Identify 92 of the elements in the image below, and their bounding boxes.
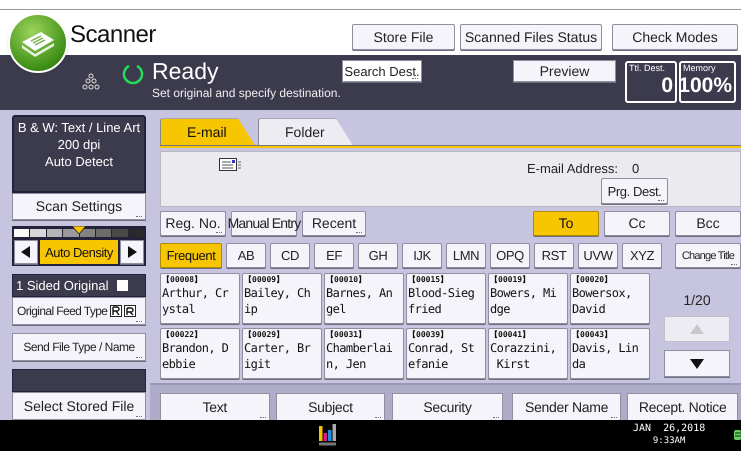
address-entry-button[interactable]: 【00015】 Blood-Sieg fried xyxy=(406,273,486,324)
address-entry-button[interactable]: 【00010】 Barnes, An gel xyxy=(324,273,404,324)
index-tab[interactable]: OPQ xyxy=(490,243,530,268)
density-thumb-icon[interactable] xyxy=(72,226,86,234)
entry-mode-button[interactable]: Recent xyxy=(302,211,366,236)
density-left-button[interactable] xyxy=(14,240,38,264)
header-button[interactable]: Check Modes xyxy=(612,24,738,50)
address-entry-button[interactable]: 【00043】 Davis, Lin da xyxy=(570,328,650,380)
header-button[interactable]: Store File xyxy=(352,24,455,50)
more-indicator-icon xyxy=(658,199,664,202)
ready-ring-icon xyxy=(122,63,144,86)
counter-label: Ttl. Dest. xyxy=(629,63,666,74)
index-tab[interactable]: UVW xyxy=(578,243,618,268)
recipient-type-button[interactable]: Bcc xyxy=(675,211,741,236)
address-entry-button[interactable]: 【00019】 Bowers, Mi dge xyxy=(488,273,568,324)
toner-level-icon xyxy=(319,424,337,446)
send-file-type-button[interactable]: Send File Type / Name xyxy=(12,333,146,362)
left-arrow-icon xyxy=(21,246,31,258)
destination-tab[interactable]: Folder xyxy=(258,118,353,146)
option-button[interactable]: Security xyxy=(392,393,503,422)
destination-tab[interactable]: E-mail xyxy=(160,118,255,146)
email-address-count: 0 xyxy=(632,160,640,178)
more-indicator-icon xyxy=(216,231,222,234)
header-button[interactable]: Scanned Files Status xyxy=(460,24,602,50)
network-icon xyxy=(733,430,741,440)
counter-value: 100% xyxy=(678,74,732,98)
scan-setting-text: B & W: Text / Line Art xyxy=(18,119,140,136)
address-entry-button[interactable]: 【00029】 Carter, Br igit xyxy=(242,328,322,380)
index-tab[interactable]: IJK xyxy=(402,243,442,268)
index-tab[interactable]: XYZ xyxy=(622,243,662,268)
down-arrow-icon xyxy=(690,358,704,369)
more-indicator-icon xyxy=(260,416,266,418)
scan-setting-text: Auto Detect xyxy=(45,153,113,170)
page-down-button[interactable] xyxy=(664,350,730,378)
scan-settings-button[interactable]: Scan Settings xyxy=(12,193,146,220)
status-message: Set original and specify destination. xyxy=(152,85,341,102)
address-entry-button[interactable]: 【00022】 Brandon, D ebbie xyxy=(160,328,240,380)
index-tab[interactable]: CD xyxy=(270,243,310,268)
address-entry-button[interactable]: 【00008】 Arthur, Cr ystal xyxy=(160,273,240,324)
preview-button[interactable]: Preview xyxy=(513,60,616,82)
original-sides-label: 1 Sided Original xyxy=(16,277,108,296)
address-entry-button[interactable]: 【00031】 Chamberlai n, Jen xyxy=(324,328,404,380)
density-slider[interactable] xyxy=(12,226,146,240)
option-button[interactable]: Sender Name xyxy=(512,393,622,422)
recipient-type-button[interactable]: Cc xyxy=(604,211,670,236)
more-indicator-icon xyxy=(731,263,737,266)
address-entry-button[interactable]: 【00041】 Corazzini, Kirst xyxy=(488,328,568,380)
auto-density-button[interactable]: Auto Density xyxy=(40,240,118,264)
address-entry-button[interactable]: 【00009】 Bailey, Ch ip xyxy=(242,273,322,324)
change-title-button[interactable]: Change Title xyxy=(675,243,741,268)
address-entry-button[interactable]: 【00039】 Conrad, St efanie xyxy=(406,328,486,380)
feed-orientation-icon xyxy=(110,305,136,318)
select-stored-file-button[interactable]: Select Stored File xyxy=(12,392,146,420)
pages-icon xyxy=(116,280,128,292)
counter-label: Memory xyxy=(683,63,717,74)
option-button[interactable]: Subject xyxy=(276,393,386,422)
counter-value: 0 xyxy=(661,74,673,98)
page-indicator: 1/20 xyxy=(683,291,711,310)
index-tab[interactable]: AB xyxy=(226,243,266,268)
more-indicator-icon xyxy=(412,77,418,80)
address-entry-button[interactable]: 【00020】 Bowersox, David xyxy=(570,273,650,324)
more-indicator-icon xyxy=(136,215,142,218)
up-arrow-icon xyxy=(690,324,704,334)
option-button[interactable]: Text xyxy=(160,393,270,422)
status-title: Ready xyxy=(152,58,220,84)
time-text: 9:33AM xyxy=(652,435,686,448)
more-indicator-icon xyxy=(611,416,618,418)
more-indicator-icon xyxy=(136,356,142,358)
scan-setting-text: 200 dpi xyxy=(58,136,100,154)
index-tab[interactable]: LMN xyxy=(446,243,486,268)
more-indicator-icon xyxy=(492,416,499,418)
search-destination-button[interactable]: Search Dest. xyxy=(342,60,422,82)
email-address-label: E-mail Address: xyxy=(527,160,618,178)
original-feed-type-button[interactable]: Original Feed Type xyxy=(12,297,146,326)
density-right-button[interactable] xyxy=(120,240,144,264)
index-tab[interactable]: GH xyxy=(358,243,398,268)
index-tab[interactable]: RST xyxy=(534,243,574,268)
app-title: Scanner xyxy=(70,23,156,48)
more-indicator-icon xyxy=(136,320,142,322)
index-tab[interactable]: EF xyxy=(314,243,354,268)
option-button[interactable]: Recept. Notice xyxy=(627,393,738,422)
entry-mode-button[interactable]: Reg. No. xyxy=(160,211,226,236)
more-indicator-icon xyxy=(375,416,382,418)
toner-dots-icon xyxy=(82,73,100,92)
right-arrow-icon xyxy=(127,246,137,258)
more-indicator-icon xyxy=(356,231,362,234)
date-text: JAN 26,2018 xyxy=(633,422,706,436)
envelope-icon xyxy=(219,158,241,172)
recipient-type-button[interactable]: To xyxy=(533,211,599,236)
index-tab[interactable]: Frequent xyxy=(160,243,222,268)
program-destination-button[interactable]: Prg. Dest. xyxy=(601,178,668,204)
more-indicator-icon xyxy=(136,415,142,418)
